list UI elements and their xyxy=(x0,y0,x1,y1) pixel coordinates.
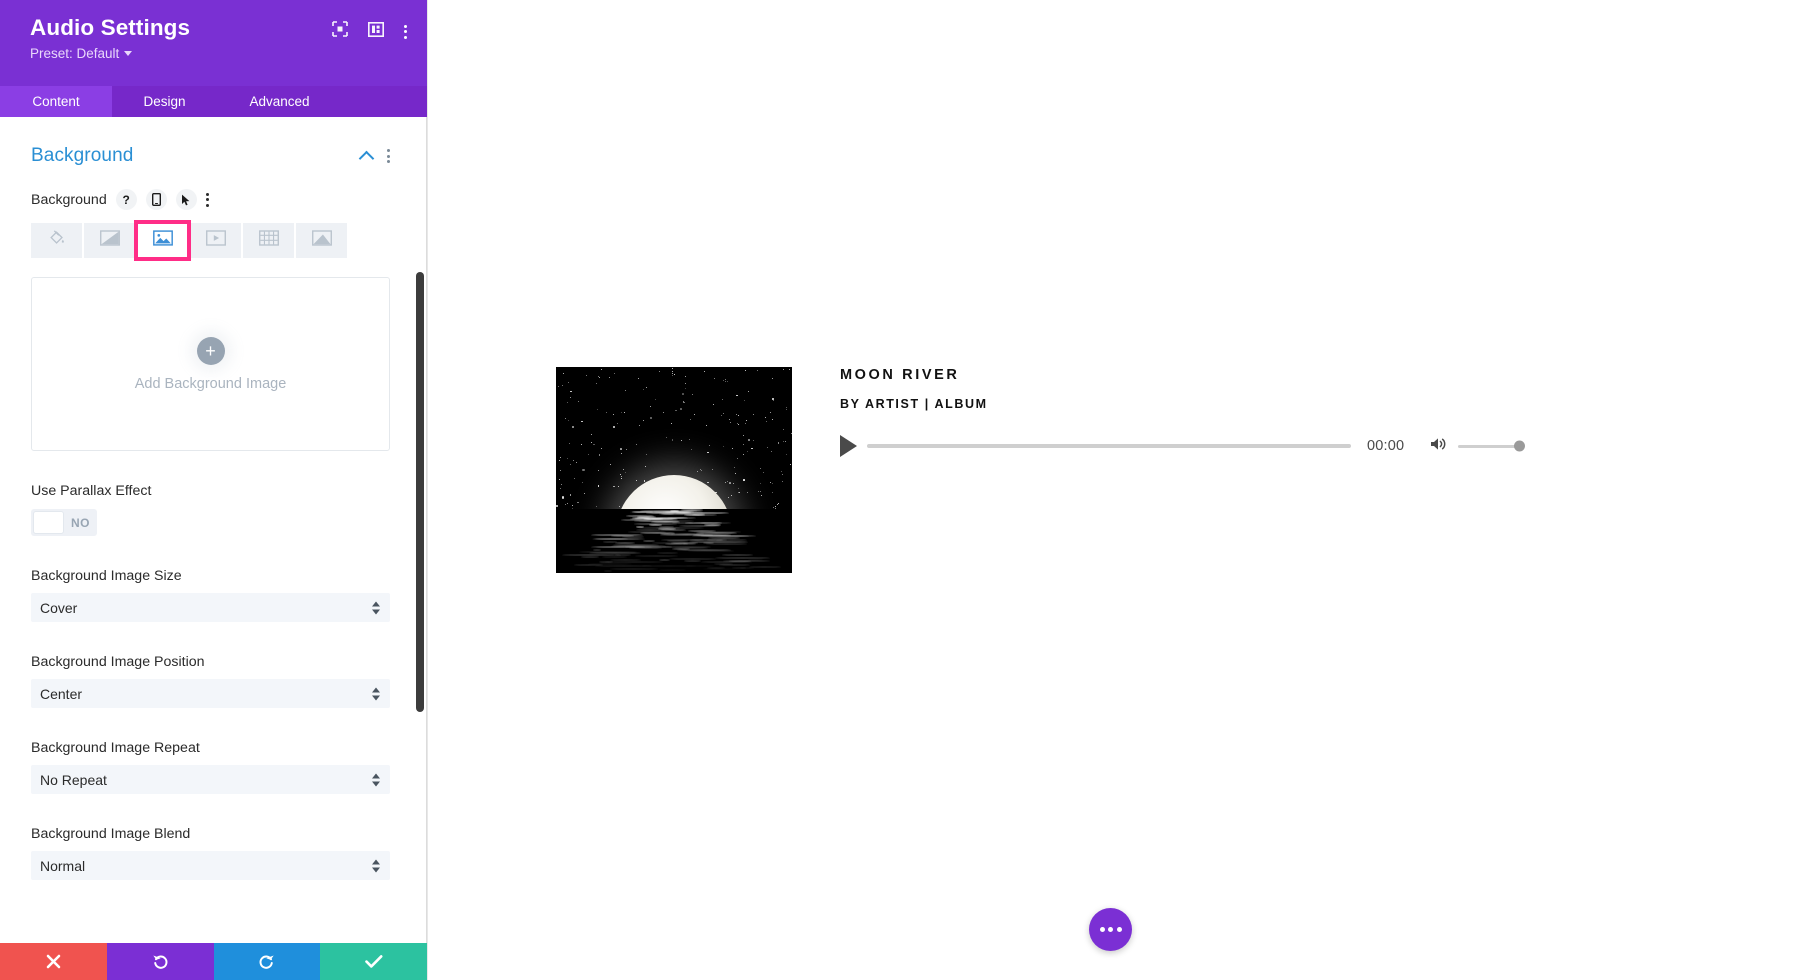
panel-header: Audio Settings Preset: Default xyxy=(0,0,427,86)
background-type-video[interactable] xyxy=(190,223,241,258)
question-mark-icon[interactable]: ? xyxy=(115,189,137,210)
panel-header-icons xyxy=(332,14,407,42)
redo-arrow-icon xyxy=(259,955,275,969)
background-image-size-value: Cover xyxy=(40,599,78,616)
add-background-image-label: Add Background Image xyxy=(134,375,287,392)
background-image-position-label: Background Image Position xyxy=(31,654,205,670)
panel-title: Audio Settings xyxy=(30,15,191,40)
volume-slider-knob[interactable] xyxy=(1514,440,1526,452)
background-field-label: Background xyxy=(31,191,107,208)
select-spinner-icon xyxy=(372,601,380,614)
mask-shape-icon xyxy=(311,230,332,251)
background-section-header: Background xyxy=(31,117,390,167)
volume-slider[interactable] xyxy=(1458,440,1526,452)
toggle-knob xyxy=(33,511,64,534)
mobile-device-icon[interactable] xyxy=(145,189,167,210)
background-image-blend-value: Normal xyxy=(40,857,86,874)
plus-icon: + xyxy=(196,336,225,365)
panel-tabs: Content Design Advanced xyxy=(0,86,427,117)
water-reflection xyxy=(556,509,792,573)
chevron-down-icon xyxy=(124,51,133,56)
more-options-fab[interactable] xyxy=(1089,908,1132,951)
cancel-button[interactable] xyxy=(0,943,107,980)
tab-design[interactable]: Design xyxy=(112,86,217,117)
background-type-color[interactable] xyxy=(31,223,82,258)
panel-scrollbar-thumb[interactable] xyxy=(416,272,424,712)
tab-content[interactable]: Content xyxy=(0,86,112,117)
background-image-position-select[interactable]: Center xyxy=(31,679,390,708)
current-time: 00:00 xyxy=(1367,438,1405,454)
background-image-repeat-value: No Repeat xyxy=(40,771,107,788)
redo-button[interactable] xyxy=(213,943,321,980)
preset-selector[interactable]: Preset: Default xyxy=(30,46,407,61)
section-title: Background xyxy=(31,145,134,166)
checkmark-icon xyxy=(364,955,383,968)
background-type-pattern[interactable] xyxy=(243,223,294,258)
select-spinner-icon xyxy=(372,859,380,872)
kebab-menu-icon[interactable] xyxy=(404,24,407,39)
background-image-blend-label: Background Image Blend xyxy=(31,826,191,842)
tab-advanced[interactable]: Advanced xyxy=(217,86,342,117)
preview-canvas: MOON RIVER BY ARTIST | ALBUM 00:00 xyxy=(428,0,1800,980)
panel-right-edge xyxy=(426,117,427,943)
background-image-size-label: Background Image Size xyxy=(31,568,182,584)
paint-bucket-icon xyxy=(48,229,66,252)
close-x-icon xyxy=(46,954,61,969)
background-image-position-value: Center xyxy=(40,685,83,702)
select-spinner-icon xyxy=(372,773,380,786)
background-type-gradient[interactable] xyxy=(84,223,135,258)
audio-module: MOON RIVER BY ARTIST | ALBUM 00:00 xyxy=(556,367,1526,573)
background-image-repeat-select[interactable]: No Repeat xyxy=(31,765,390,794)
save-button[interactable] xyxy=(320,943,427,980)
background-type-image[interactable] xyxy=(134,220,191,261)
play-triangle-icon[interactable] xyxy=(840,435,857,457)
panel-scroll-body: Background Background ? + Add Background… xyxy=(0,117,427,943)
parallax-toggle[interactable]: NO xyxy=(31,509,97,536)
audio-settings-panel: Audio Settings Preset: Default Content D… xyxy=(0,0,428,980)
track-info: MOON RIVER BY ARTIST | ALBUM 00:00 xyxy=(840,367,1526,457)
pattern-grid-icon xyxy=(258,230,279,251)
undo-button[interactable] xyxy=(106,943,214,980)
album-artwork xyxy=(556,367,792,573)
parallax-label: Use Parallax Effect xyxy=(31,483,152,499)
select-spinner-icon xyxy=(372,687,380,700)
progress-slider[interactable] xyxy=(867,444,1351,448)
image-icon xyxy=(152,230,173,251)
speaker-volume-icon[interactable] xyxy=(1430,437,1447,456)
preset-label: Preset: Default xyxy=(30,46,120,61)
track-title: MOON RIVER xyxy=(840,367,960,383)
layout-columns-icon[interactable] xyxy=(368,21,384,42)
video-play-icon xyxy=(205,230,226,251)
add-background-image-dropzone[interactable]: + Add Background Image xyxy=(31,277,390,451)
background-image-size-select[interactable]: Cover xyxy=(31,593,390,622)
panel-scrollbar[interactable] xyxy=(416,117,424,943)
parallax-toggle-value: NO xyxy=(71,515,90,530)
undo-arrow-icon xyxy=(152,955,168,969)
track-artist-album: BY ARTIST | ALBUM xyxy=(840,397,988,411)
gradient-icon xyxy=(99,230,120,251)
background-image-repeat-label: Background Image Repeat xyxy=(31,740,200,756)
ellipsis-icon xyxy=(1099,927,1105,932)
background-field-label-row: Background ? xyxy=(31,189,390,210)
section-kebab-menu-icon[interactable] xyxy=(387,149,390,163)
background-field-kebab-icon[interactable] xyxy=(205,192,209,207)
audio-player-controls: 00:00 xyxy=(840,435,1526,457)
cursor-pointer-icon[interactable] xyxy=(175,189,197,210)
focus-target-icon[interactable] xyxy=(332,21,348,42)
background-image-blend-select[interactable]: Normal xyxy=(31,851,390,880)
background-type-mask[interactable] xyxy=(296,223,347,258)
background-type-tabs xyxy=(31,220,390,261)
chevron-up-icon[interactable] xyxy=(358,150,375,166)
panel-action-bar xyxy=(0,943,427,980)
